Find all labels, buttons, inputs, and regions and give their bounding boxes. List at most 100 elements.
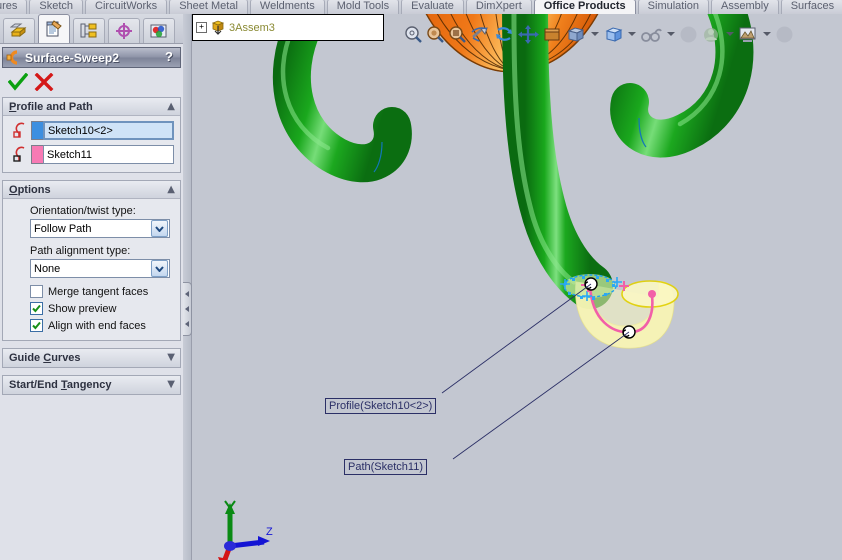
manager-tab-strip bbox=[0, 14, 183, 44]
command-tab-mold-tools[interactable]: Mold Tools bbox=[326, 0, 400, 14]
orientation-twist-type-value: Follow Path bbox=[34, 222, 92, 235]
apply-scene-icon[interactable] bbox=[603, 25, 624, 44]
chevron-down-icon[interactable]: ▼ bbox=[167, 353, 175, 363]
chevron-up-icon[interactable]: ▲ bbox=[167, 184, 175, 195]
chevron-down-icon[interactable] bbox=[628, 32, 636, 36]
show-preview-checkbox[interactable] bbox=[30, 302, 43, 315]
orientation-twist-type-dropdown[interactable]: Follow Path bbox=[30, 219, 170, 238]
command-tab-assembly[interactable]: Assembly bbox=[711, 0, 779, 14]
profile-callout[interactable]: Profile(Sketch10<2>) bbox=[325, 398, 437, 414]
panel-splitter-grip[interactable] bbox=[183, 282, 192, 336]
section-title-pre: Guide bbox=[9, 352, 44, 364]
configuration-manager-icon bbox=[80, 23, 97, 38]
profile-selection-box[interactable]: Sketch10<2> bbox=[43, 121, 174, 140]
tree-expander-icon[interactable]: + bbox=[196, 22, 207, 33]
feature-tree-icon bbox=[10, 23, 27, 38]
chevron-left-icon bbox=[185, 305, 189, 312]
view-display-placeholder-icon[interactable] bbox=[775, 25, 794, 44]
display-manager-tab[interactable] bbox=[143, 18, 175, 43]
triad-z-label: Z bbox=[266, 526, 273, 538]
command-tab-surfaces[interactable]: Surfaces bbox=[780, 0, 842, 14]
view-settings-icon[interactable] bbox=[640, 25, 663, 44]
section-body-profile-and-path: Sketch10<2> Sketch11 bbox=[3, 116, 180, 172]
more-views-icon[interactable] bbox=[738, 25, 759, 44]
panel-splitter[interactable] bbox=[183, 14, 192, 560]
previous-view-icon[interactable] bbox=[448, 25, 467, 44]
section-guide-curves: Guide Curves ▼ bbox=[2, 348, 181, 368]
edit-appearance-icon[interactable] bbox=[566, 25, 587, 44]
command-manager-tabs: ures Sketch CircuitWorks Sheet Metal Wel… bbox=[0, 0, 842, 15]
chevron-down-icon[interactable]: ▼ bbox=[167, 380, 175, 390]
chevron-down-icon[interactable] bbox=[151, 220, 168, 237]
configuration-manager-tab[interactable] bbox=[73, 18, 105, 43]
property-manager-panel: Surface-Sweep2 ? Profile and Path ▲ Sket… bbox=[0, 14, 184, 560]
command-tab-simulation[interactable]: Simulation bbox=[637, 0, 710, 14]
section-header-guide-curves[interactable]: Guide Curves ▼ bbox=[3, 349, 180, 367]
section-title-start-end-tangency: Start/End Tangency bbox=[9, 379, 112, 391]
hotkey-letter: C bbox=[43, 352, 52, 364]
section-title-rest: angency bbox=[66, 379, 112, 391]
orientation-twist-type-label: Orientation/twist type: bbox=[30, 205, 136, 217]
help-icon[interactable]: ? bbox=[165, 49, 173, 64]
command-tab-evaluate[interactable]: Evaluate bbox=[401, 0, 464, 14]
align-with-end-faces-checkbox[interactable] bbox=[30, 319, 43, 332]
path-selection-box[interactable]: Sketch11 bbox=[43, 145, 174, 164]
check-icon bbox=[32, 321, 41, 330]
display-style-icon[interactable] bbox=[518, 24, 539, 44]
section-header-profile-and-path[interactable]: Profile and Path ▲ bbox=[3, 98, 180, 116]
zoom-to-area-icon[interactable] bbox=[426, 25, 445, 44]
command-tab-sketch[interactable]: Sketch bbox=[29, 0, 84, 14]
hotkey-letter: O bbox=[9, 183, 18, 196]
chevron-up-icon[interactable]: ▲ bbox=[167, 101, 175, 112]
dimxpert-target-icon bbox=[116, 23, 132, 39]
command-tab-sheet-metal[interactable]: Sheet Metal bbox=[169, 0, 248, 14]
property-manager-tab[interactable] bbox=[38, 14, 70, 43]
flyout-feature-tree[interactable]: + 3Assem3 bbox=[192, 14, 384, 41]
section-title-rest: ptions bbox=[17, 183, 51, 196]
section-title-options: Options bbox=[9, 184, 51, 196]
path-color-swatch bbox=[31, 145, 43, 164]
path-callout[interactable]: Path(Sketch11) bbox=[344, 459, 428, 475]
ok-button[interactable] bbox=[5, 71, 31, 93]
hide-show-items-icon[interactable] bbox=[542, 25, 563, 44]
section-title-guide-curves: Guide Curves bbox=[9, 352, 81, 364]
feature-manager-tab[interactable] bbox=[3, 18, 35, 43]
path-alignment-type-dropdown[interactable]: None bbox=[30, 259, 170, 278]
show-preview-row[interactable]: Show preview bbox=[30, 302, 174, 315]
command-tab-office-products[interactable]: Office Products bbox=[533, 0, 636, 14]
path-alignment-type-value: None bbox=[34, 262, 61, 275]
flyout-tree-root-label[interactable]: 3Assem3 bbox=[229, 22, 275, 34]
section-header-options[interactable]: Options ▲ bbox=[3, 181, 180, 199]
section-header-start-end-tangency[interactable]: Start/End Tangency ▼ bbox=[3, 376, 180, 394]
display-manager-icon bbox=[150, 24, 167, 38]
rotate-view-icon[interactable] bbox=[679, 25, 698, 44]
path-alignment-type-label: Path alignment type: bbox=[30, 245, 131, 257]
close-icon bbox=[34, 72, 54, 91]
merge-tangent-faces-checkbox[interactable] bbox=[30, 285, 43, 298]
graphics-area[interactable]: Z Profile(Sketch10<2>) Path(Sketch11) + … bbox=[192, 14, 842, 560]
chevron-down-icon[interactable] bbox=[667, 32, 675, 36]
merge-tangent-faces-row[interactable]: Merge tangent faces bbox=[30, 285, 174, 298]
align-with-end-faces-row[interactable]: Align with end faces bbox=[30, 319, 174, 332]
view-orientation-icon[interactable] bbox=[494, 25, 515, 44]
pan-view-icon[interactable] bbox=[701, 25, 722, 44]
property-manager-title: Surface-Sweep2 bbox=[25, 50, 120, 65]
model-viewport: Z bbox=[218, 14, 754, 560]
chevron-down-icon[interactable] bbox=[726, 32, 734, 36]
section-title-rest: rofile and Path bbox=[16, 100, 93, 113]
command-tab-dimxpert[interactable]: DimXpert bbox=[465, 0, 532, 14]
command-tab-circuitworks[interactable]: CircuitWorks bbox=[85, 0, 168, 14]
section-view-icon[interactable] bbox=[470, 25, 491, 44]
chevron-down-icon[interactable] bbox=[763, 32, 771, 36]
check-icon bbox=[8, 72, 28, 91]
chevron-down-icon[interactable] bbox=[151, 260, 168, 277]
zoom-to-fit-icon[interactable] bbox=[404, 25, 423, 44]
cancel-button[interactable] bbox=[31, 71, 57, 93]
command-tab-weldments[interactable]: Weldments bbox=[249, 0, 325, 14]
chevron-down-icon[interactable] bbox=[591, 32, 599, 36]
dimxpert-manager-tab[interactable] bbox=[108, 18, 140, 43]
merge-tangent-faces-label: Merge tangent faces bbox=[48, 285, 149, 298]
command-tab-features[interactable]: ures bbox=[0, 0, 28, 14]
align-with-end-faces-label: Align with end faces bbox=[48, 319, 146, 332]
orientation-twist-type-dropdown-wrap: Follow Path bbox=[30, 219, 174, 238]
